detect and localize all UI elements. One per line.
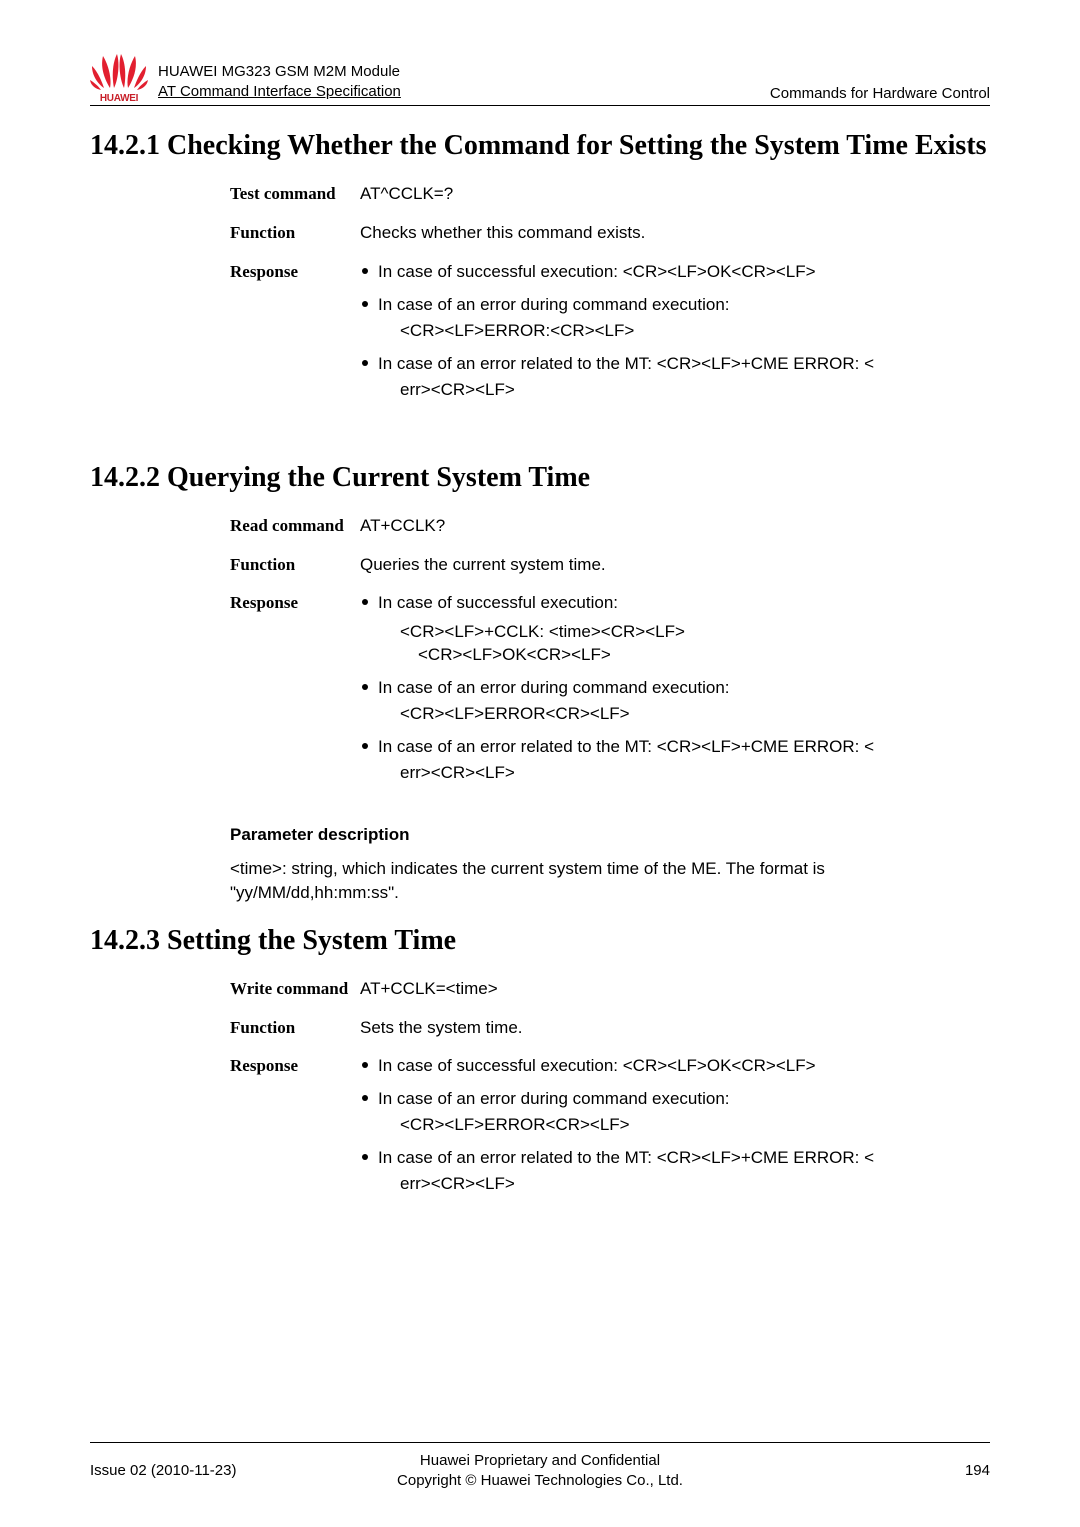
function-value: Sets the system time. [360, 1017, 990, 1040]
response-item-continuation: err><CR><LF> [378, 762, 990, 785]
response-item: In case of an error related to the MT: <… [360, 353, 990, 402]
footer-proprietary: Huawei Proprietary and Confidential [315, 1451, 765, 1471]
header-product: HUAWEI MG323 GSM M2M Module [158, 62, 770, 82]
header-chapter: Commands for Hardware Control [770, 85, 990, 102]
response-label: Response [230, 261, 360, 412]
header-left: HUAWEI MG323 GSM M2M Module AT Command I… [156, 62, 770, 103]
section-14-2-2-title: 14.2.2 Querying the Current System Time [90, 460, 990, 495]
response-item-continuation: <CR><LF>ERROR:<CR><LF> [378, 320, 990, 343]
response-list: In case of successful execution:<CR><LF>… [360, 592, 990, 785]
response-item-continuation: <CR><LF>ERROR<CR><LF> [378, 1114, 990, 1137]
function-label: Function [230, 1017, 360, 1040]
section-14-2-1-title: 14.2.1 Checking Whether the Command for … [90, 128, 990, 163]
response-item: In case of an error during command execu… [360, 677, 990, 726]
section-14-2-3-title: 14.2.3 Setting the System Time [90, 923, 990, 958]
response-list: In case of successful execution: <CR><LF… [360, 261, 990, 402]
write-command-value: AT+CCLK=<time> [360, 978, 990, 1001]
huawei-logo: HUAWEI [90, 50, 148, 102]
response-label: Response [230, 592, 360, 795]
response-list: In case of successful execution: <CR><LF… [360, 1055, 990, 1196]
footer-center: Huawei Proprietary and Confidential Copy… [315, 1451, 765, 1492]
footer-issue: Issue 02 (2010-11-23) [90, 1462, 315, 1479]
parameter-heading: Parameter description [230, 825, 990, 845]
footer-copyright: Copyright © Huawei Technologies Co., Ltd… [315, 1471, 765, 1491]
function-value: Queries the current system time. [360, 554, 990, 577]
function-label: Function [230, 222, 360, 245]
footer-page-number: 194 [765, 1462, 990, 1479]
read-command-label: Read command [230, 515, 360, 538]
read-command-value: AT+CCLK? [360, 515, 990, 538]
response-item: In case of successful execution: <CR><LF… [360, 261, 990, 284]
response-item-sub: <CR><LF>+CCLK: <time><CR><LF> [378, 621, 990, 644]
test-command-label: Test command [230, 183, 360, 206]
write-command-label: Write command [230, 978, 360, 1001]
section-14-2-3-table: Write command AT+CCLK=<time> Function Se… [230, 978, 990, 1207]
parameter-text: <time>: string, which indicates the curr… [230, 857, 990, 905]
page-header: HUAWEI HUAWEI MG323 GSM M2M Module AT Co… [90, 50, 990, 106]
section-14-2-2-table: Read command AT+CCLK? Function Queries t… [230, 515, 990, 795]
response-item: In case of successful execution:<CR><LF>… [360, 592, 990, 667]
section-14-2-1-table: Test command AT^CCLK=? Function Checks w… [230, 183, 990, 412]
response-item-continuation: err><CR><LF> [378, 1173, 990, 1196]
response-item: In case of an error related to the MT: <… [360, 1147, 990, 1196]
function-value: Checks whether this command exists. [360, 222, 990, 245]
response-item: In case of an error during command execu… [360, 1088, 990, 1137]
test-command-value: AT^CCLK=? [360, 183, 990, 206]
response-label: Response [230, 1055, 360, 1206]
function-label: Function [230, 554, 360, 577]
page-footer: Issue 02 (2010-11-23) Huawei Proprietary… [90, 1442, 990, 1492]
response-item: In case of successful execution: <CR><LF… [360, 1055, 990, 1078]
response-item-continuation: <CR><LF>ERROR<CR><LF> [378, 703, 990, 726]
response-item: In case of an error related to the MT: <… [360, 736, 990, 785]
response-item: In case of an error during command execu… [360, 294, 990, 343]
parameter-description-block: Parameter description <time>: string, wh… [230, 825, 990, 905]
logo-brand-text: HUAWEI [90, 93, 148, 104]
response-item-continuation: err><CR><LF> [378, 379, 990, 402]
response-item-sub: <CR><LF>OK<CR><LF> [378, 644, 990, 667]
header-doc: AT Command Interface Specification [158, 82, 770, 102]
